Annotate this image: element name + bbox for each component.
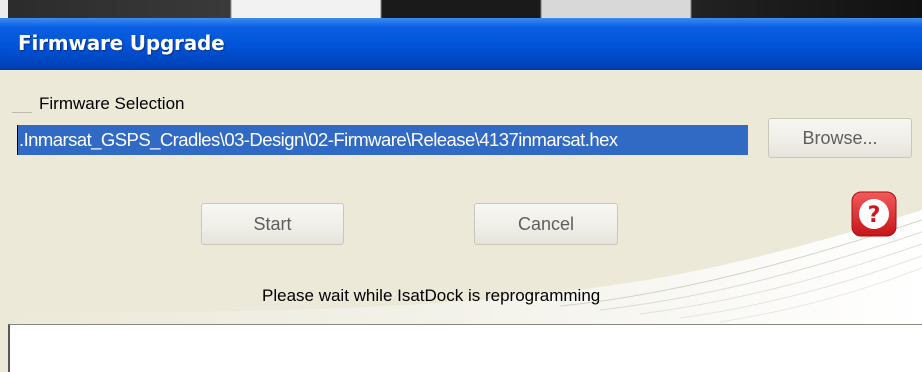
progress-bar (8, 324, 922, 372)
start-button[interactable]: Start (201, 203, 344, 245)
window-title: Firmware Upgrade (18, 31, 225, 55)
background-strip (0, 0, 922, 18)
title-bar[interactable]: Firmware Upgrade (0, 18, 922, 70)
browse-button[interactable]: Browse... (768, 118, 912, 158)
status-message: Please wait while IsatDock is reprogramm… (262, 286, 601, 305)
cancel-button[interactable]: Cancel (474, 203, 618, 245)
group-box-border (12, 112, 32, 113)
help-question-icon[interactable]: ? (851, 191, 897, 237)
help-glyph: ? (868, 203, 881, 228)
firmware-path-field[interactable]: .Inmarsat_GSPS_Cradles\03-Design\02-Firm… (17, 125, 748, 155)
dialog-body: Firmware Selection .Inmarsat_GSPS_Cradle… (0, 70, 922, 372)
firmware-selection-label: Firmware Selection (34, 94, 191, 114)
